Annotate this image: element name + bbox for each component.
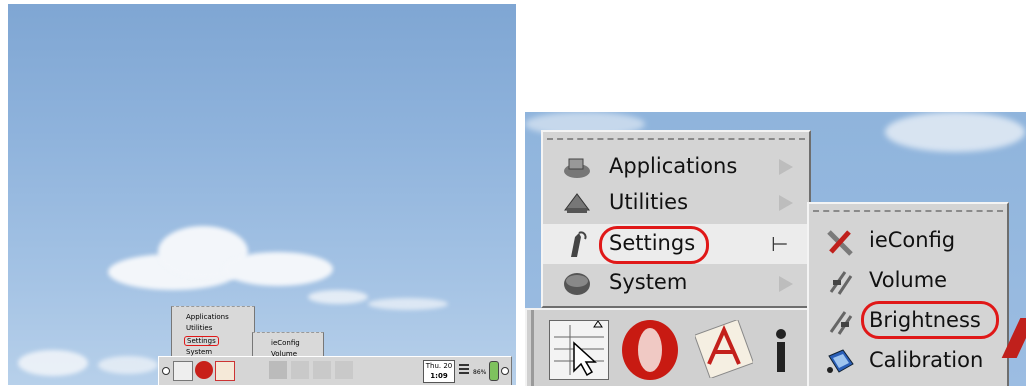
acrobat-icon[interactable] [215,361,235,381]
ieconfig-icon[interactable] [269,361,287,379]
submenu-item-ieconfig-small[interactable]: ieConfig [271,339,300,347]
desktop-screenshot: Applications Utilities Settings System i… [8,4,516,385]
menu-item-utilities[interactable]: Utilities [543,187,809,223]
menu-item-applications-small[interactable]: Applications [186,313,229,321]
start-menu: Applications Utilities Settings ⊢ System [541,130,811,308]
cloud [18,350,88,376]
cloud [223,252,333,286]
menu-item-system-small[interactable]: System [186,348,212,356]
panel-separator [531,310,534,386]
submenu-item-label: ieConfig [869,228,956,252]
taskbar-small: Thu. 20 1:09 86% [158,356,512,385]
settings-icon [563,231,591,257]
panel-handle-icon[interactable] [162,367,170,375]
clock-time: 1:09 [430,372,448,380]
menu-item-settings-small[interactable]: Settings [184,336,219,346]
opera-icon[interactable] [195,361,213,379]
tray-icon[interactable] [313,361,331,379]
submenu-item-label: Calibration [869,348,984,372]
settings-submenu: ieConfig Volume Brightness Calibration [807,202,1009,386]
battery-icon[interactable] [489,361,499,381]
calibration-icon [825,348,855,374]
battery-percent: 86% [473,369,487,376]
cloud [368,298,448,310]
menu-tearoff-line[interactable] [813,210,1003,212]
taskbar [525,308,817,386]
menu-item-label: System [609,270,688,294]
start-menu-button[interactable] [549,320,609,380]
menu-item-utilities-small[interactable]: Utilities [186,324,212,332]
opera-icon[interactable] [619,318,681,382]
system-icon [563,271,591,297]
clock-day: Thu. 20 [425,362,453,370]
menu-item-applications[interactable]: Applications [543,147,809,187]
ieconfig-icon [825,228,855,256]
menu-tearoff-line[interactable] [547,138,805,140]
tray-icon[interactable] [335,361,353,379]
submenu-item-label: Volume [869,268,948,292]
submenu-arrow-icon [779,195,793,211]
brightness-icon [825,308,855,335]
signal-icon[interactable] [459,361,469,379]
start-menu-icon [554,320,604,377]
info-icon[interactable] [767,324,797,378]
highlight-circle [861,301,999,339]
menu-item-settings[interactable]: Settings ⊢ [543,224,809,264]
submenu-arrow-icon [779,159,793,175]
cloud [98,356,158,374]
menu-item-label: Utilities [609,190,689,214]
clock[interactable]: Thu. 20 1:09 [423,360,455,383]
panel-handle-icon[interactable] [501,367,509,375]
volume-icon [825,268,855,295]
start-menu-small: Applications Utilities Settings System [171,306,255,360]
submenu-item-ieconfig[interactable]: ieConfig [809,220,1007,260]
cloud [308,290,368,304]
highlight-circle [599,226,709,264]
tray-icon[interactable] [291,361,309,379]
submenu-arrow-icon [779,276,793,292]
submenu-item-calibration[interactable]: Calibration [809,340,1007,380]
start-menu-icon[interactable] [173,361,193,381]
submenu-item-brightness[interactable]: Brightness [809,300,1007,340]
utilities-icon [563,190,591,216]
menu-item-system[interactable]: System [543,266,809,304]
submenu-item-volume[interactable]: Volume [809,260,1007,300]
cloud [885,112,1025,152]
applications-icon [563,154,591,180]
menu-item-label: Applications [609,154,738,178]
submenu-arrow-icon: ⊢ [771,232,789,256]
zoomed-detail: Applications Utilities Settings ⊢ System [525,112,1026,386]
acrobat-reader-icon[interactable] [693,318,755,380]
